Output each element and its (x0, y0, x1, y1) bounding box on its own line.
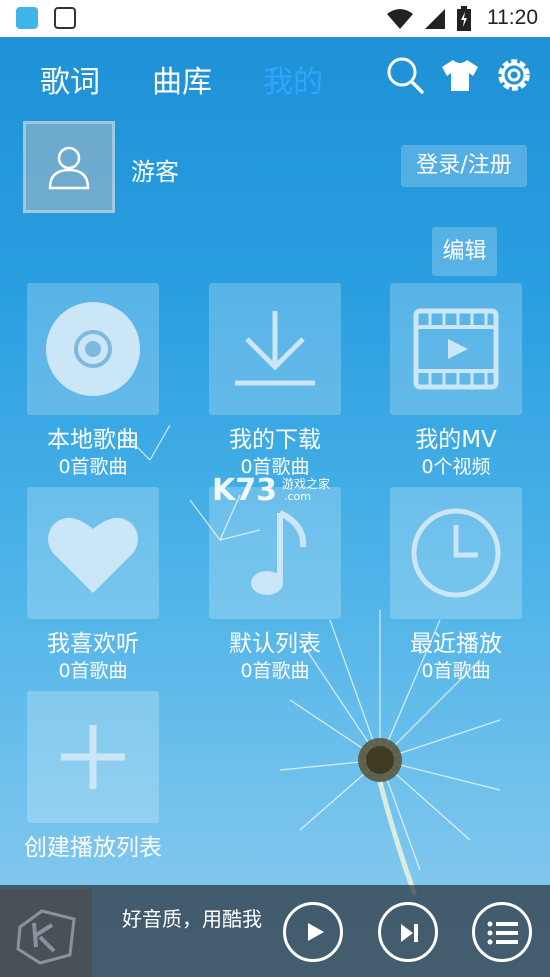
font-notification-icon (54, 7, 76, 29)
tile-count-favorites: 0首歌曲 (58, 660, 128, 682)
tile-count-local-songs: 0首歌曲 (58, 456, 128, 478)
status-time: 11:20 (487, 6, 538, 29)
app-notification-icon (16, 7, 38, 29)
plus-icon (61, 725, 125, 789)
login-register-button[interactable]: 登录/注册 (401, 145, 527, 187)
tile-name-recently-played: 最近播放 (410, 631, 502, 657)
tile-count-my-mv: 0个视频 (421, 456, 491, 478)
next-track-icon (401, 924, 418, 942)
music-note-icon (251, 510, 307, 595)
tile-local-songs[interactable] (27, 283, 159, 415)
status-bar: 11:20 (0, 0, 550, 37)
user-name[interactable]: 游客 (131, 152, 179, 187)
list-icon (487, 921, 518, 945)
avatar[interactable] (23, 121, 115, 213)
wifi-icon (387, 9, 413, 29)
tile-my-mv[interactable] (390, 283, 522, 415)
tile-recently-played[interactable] (390, 487, 522, 619)
heart-icon (48, 517, 138, 593)
search-icon[interactable] (385, 55, 425, 95)
tile-name-create-playlist: 创建播放列表 (24, 835, 162, 861)
top-navigation: 歌词 曲库 我的 (0, 37, 550, 117)
album-cover[interactable] (0, 889, 92, 977)
tab-mine[interactable]: 我的 (263, 57, 323, 101)
playlist-button[interactable] (472, 902, 532, 962)
player-slogan: 好音质，用酷我 (122, 907, 262, 931)
kuwo-logo-icon (16, 909, 76, 965)
user-icon (48, 146, 90, 190)
tab-library[interactable]: 曲库 (152, 57, 212, 101)
tile-count-recently-played: 0首歌曲 (421, 660, 491, 682)
film-icon (413, 308, 499, 390)
disc-icon (46, 302, 140, 396)
play-icon (308, 923, 324, 941)
tile-count-default-list: 0首歌曲 (240, 660, 310, 682)
edit-button[interactable]: 编辑 (432, 227, 497, 276)
settings-gear-icon[interactable] (494, 55, 534, 95)
tile-create-playlist[interactable] (27, 691, 159, 823)
tile-name-my-mv: 我的MV (415, 427, 497, 453)
battery-icon (457, 6, 471, 31)
tab-lyrics[interactable]: 歌词 (40, 57, 100, 101)
mini-player: 好音质，用酷我 (0, 885, 550, 977)
tile-name-my-downloads: 我的下载 (229, 427, 321, 453)
tile-name-favorites: 我喜欢听 (47, 631, 139, 657)
watermark-logo: K73 (212, 473, 277, 508)
watermark-domain: .com (284, 490, 311, 503)
tile-name-local-songs: 本地歌曲 (47, 427, 139, 453)
play-button[interactable] (283, 902, 343, 962)
tile-name-default-list: 默认列表 (229, 631, 321, 657)
tile-my-downloads[interactable] (209, 283, 341, 415)
clock-icon (411, 508, 501, 598)
signal-icon (425, 9, 445, 29)
skin-tshirt-icon[interactable] (440, 55, 480, 95)
tile-favorites[interactable] (27, 487, 159, 619)
next-button[interactable] (378, 902, 438, 962)
download-icon (235, 311, 315, 386)
